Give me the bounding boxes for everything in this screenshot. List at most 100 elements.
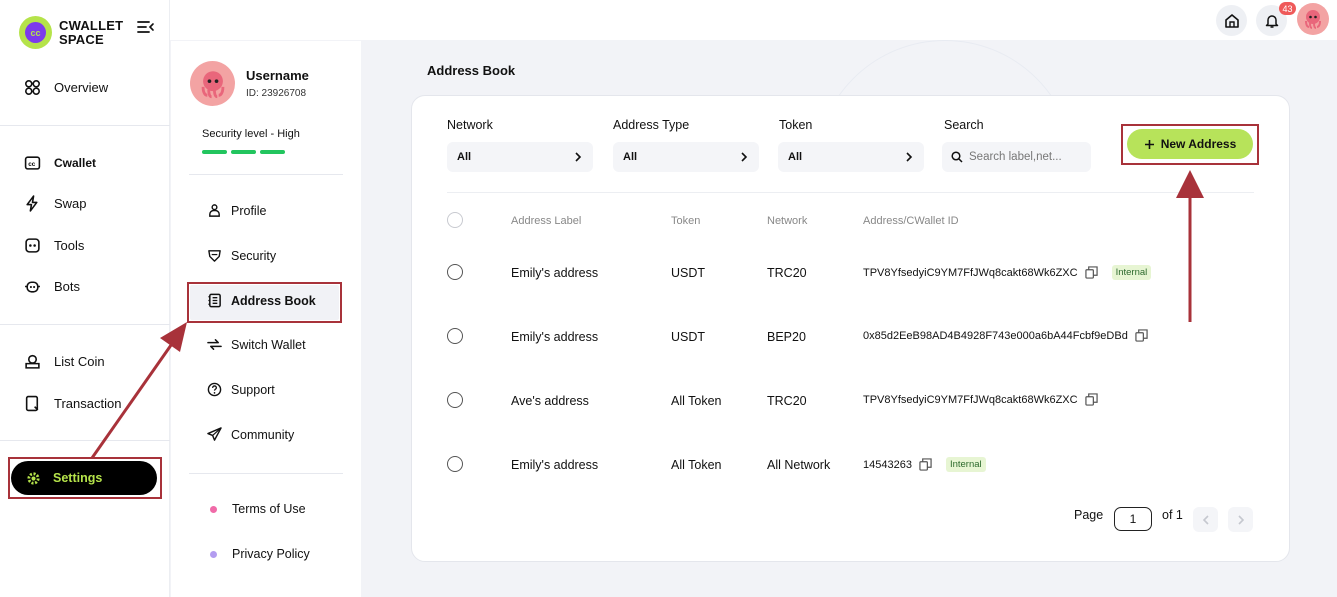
- copy-icon[interactable]: [919, 458, 932, 471]
- octopus-avatar-icon: [1305, 10, 1321, 29]
- search-label: Search: [944, 118, 984, 132]
- send-icon: [207, 427, 222, 441]
- sidebar-divider: [0, 440, 170, 441]
- top-avatar[interactable]: [1297, 3, 1329, 35]
- nav-bots[interactable]: Bots: [24, 278, 80, 295]
- page-label: Page: [1074, 508, 1104, 522]
- menu-community-label: Community: [231, 427, 295, 442]
- internal-tag: Internal: [945, 457, 986, 472]
- network-filter-value: All: [457, 151, 472, 163]
- internal-tag: Internal: [1111, 265, 1152, 280]
- prev-page-button[interactable]: [1193, 507, 1218, 532]
- address-type-filter-label: Address Type: [613, 118, 690, 132]
- chevron-right-icon: [575, 152, 582, 162]
- bell-icon: [1265, 14, 1278, 28]
- network-filter-label: Network: [447, 118, 493, 132]
- token-filter-label: Token: [779, 118, 813, 132]
- row-address: TPV8YfsedyiC9YM7FfJWq8cakt68Wk6ZXC Inter…: [863, 265, 1152, 280]
- home-button[interactable]: [1216, 5, 1247, 36]
- security-level-text: Security level - High: [202, 128, 300, 140]
- purple-dot-icon: [210, 550, 217, 558]
- shield-icon: [208, 250, 221, 262]
- collapse-sidebar-icon[interactable]: [137, 19, 155, 38]
- menu-support-label: Support: [231, 382, 275, 397]
- nav-overview[interactable]: Overview: [24, 79, 108, 96]
- new-address-highlight-box: [1121, 124, 1259, 165]
- profile-username: Username: [246, 68, 309, 83]
- menu-switch-wallet[interactable]: Switch Wallet: [207, 337, 306, 352]
- main-sidebar: cc CWALLET SPACE Overview cc Cwallet Swa…: [0, 0, 170, 597]
- nav-list-coin-label: List Coin: [54, 354, 105, 369]
- logo-text: CWALLET SPACE: [59, 17, 124, 47]
- svg-text:cc: cc: [28, 161, 36, 168]
- next-page-button[interactable]: [1228, 507, 1253, 532]
- page-number-input[interactable]: 1: [1114, 507, 1152, 531]
- chevron-right-icon: [741, 152, 748, 162]
- transaction-icon: [25, 395, 39, 412]
- page-of-label: of 1: [1162, 508, 1183, 522]
- sidebar-divider: [0, 125, 170, 126]
- link-terms-of-use[interactable]: Terms of Use: [207, 502, 306, 516]
- panel-divider: [189, 174, 343, 175]
- security-level-bar: [231, 150, 256, 154]
- logo-icon: cc: [19, 16, 52, 49]
- chevron-right-icon: [1237, 514, 1244, 525]
- address-type-filter-value: All: [623, 151, 638, 163]
- address-type-filter-select[interactable]: All: [613, 142, 759, 172]
- menu-community[interactable]: Community: [207, 427, 294, 442]
- row-select-radio[interactable]: [447, 328, 463, 344]
- search-input[interactable]: [969, 151, 1079, 163]
- nav-cwallet[interactable]: cc Cwallet: [24, 154, 96, 171]
- chevron-left-icon: [1202, 514, 1209, 525]
- user-icon: [209, 204, 220, 217]
- token-filter-select[interactable]: All: [778, 142, 924, 172]
- page-title: Address Book: [427, 63, 516, 78]
- row-address-text: TPV8YfsedyiC9YM7FfJWq8cakt68Wk6ZXC: [863, 393, 1078, 406]
- menu-security[interactable]: Security: [207, 248, 276, 263]
- row-token: All Token: [671, 394, 722, 408]
- link-privacy-policy[interactable]: Privacy Policy: [207, 547, 310, 561]
- app-logo[interactable]: cc CWALLET SPACE: [19, 16, 129, 49]
- copy-icon[interactable]: [1135, 329, 1148, 342]
- menu-switch-wallet-label: Switch Wallet: [231, 337, 306, 352]
- column-header-address: Address/CWallet ID: [863, 215, 959, 227]
- column-header-network: Network: [767, 215, 808, 227]
- switch-icon: [207, 339, 222, 350]
- address-book-highlight-box: [187, 282, 342, 323]
- row-select-radio[interactable]: [447, 264, 463, 280]
- row-address: 0x85d2EeB98AD4B4928F743e000a6bA44Fcbf9eD…: [863, 329, 1148, 342]
- row-address-label: Emily's address: [511, 266, 599, 280]
- swap-icon: [26, 195, 38, 212]
- row-select-radio[interactable]: [447, 392, 463, 408]
- menu-profile[interactable]: Profile: [207, 203, 266, 218]
- row-token: All Token: [671, 458, 722, 472]
- nav-transaction[interactable]: Transaction: [24, 395, 121, 412]
- token-filter-value: All: [788, 151, 803, 163]
- help-icon: [207, 382, 222, 397]
- row-network: TRC20: [767, 394, 807, 408]
- terms-of-use-label: Terms of Use: [232, 502, 306, 516]
- nav-swap[interactable]: Swap: [24, 195, 87, 212]
- row-address: TPV8YfsedyiC9YM7FfJWq8cakt68Wk6ZXC: [863, 393, 1098, 406]
- list-coin-icon: [25, 354, 40, 369]
- sidebar-divider: [0, 324, 170, 325]
- copy-icon[interactable]: [1084, 393, 1098, 406]
- row-address-label: Emily's address: [511, 458, 599, 472]
- privacy-policy-label: Privacy Policy: [232, 547, 310, 561]
- menu-support[interactable]: Support: [207, 382, 275, 397]
- row-select-radio[interactable]: [447, 456, 463, 472]
- profile-id: ID: 23926708: [246, 88, 307, 99]
- row-address-text: TPV8YfsedyiC9YM7FfJWq8cakt68Wk6ZXC: [863, 266, 1078, 279]
- select-all-radio[interactable]: [447, 212, 463, 228]
- nav-list-coin[interactable]: List Coin: [24, 353, 105, 370]
- network-filter-select[interactable]: All: [447, 142, 593, 172]
- chevron-right-icon: [906, 152, 913, 162]
- copy-icon[interactable]: [1084, 266, 1098, 279]
- row-network: All Network: [767, 458, 831, 472]
- nav-tools-label: Tools: [54, 238, 85, 253]
- row-network: BEP20: [767, 330, 806, 344]
- nav-tools[interactable]: Tools: [24, 237, 84, 254]
- row-address-label: Emily's address: [511, 330, 599, 344]
- nav-cwallet-label: Cwallet: [54, 155, 97, 170]
- settings-highlight-box: [8, 457, 162, 499]
